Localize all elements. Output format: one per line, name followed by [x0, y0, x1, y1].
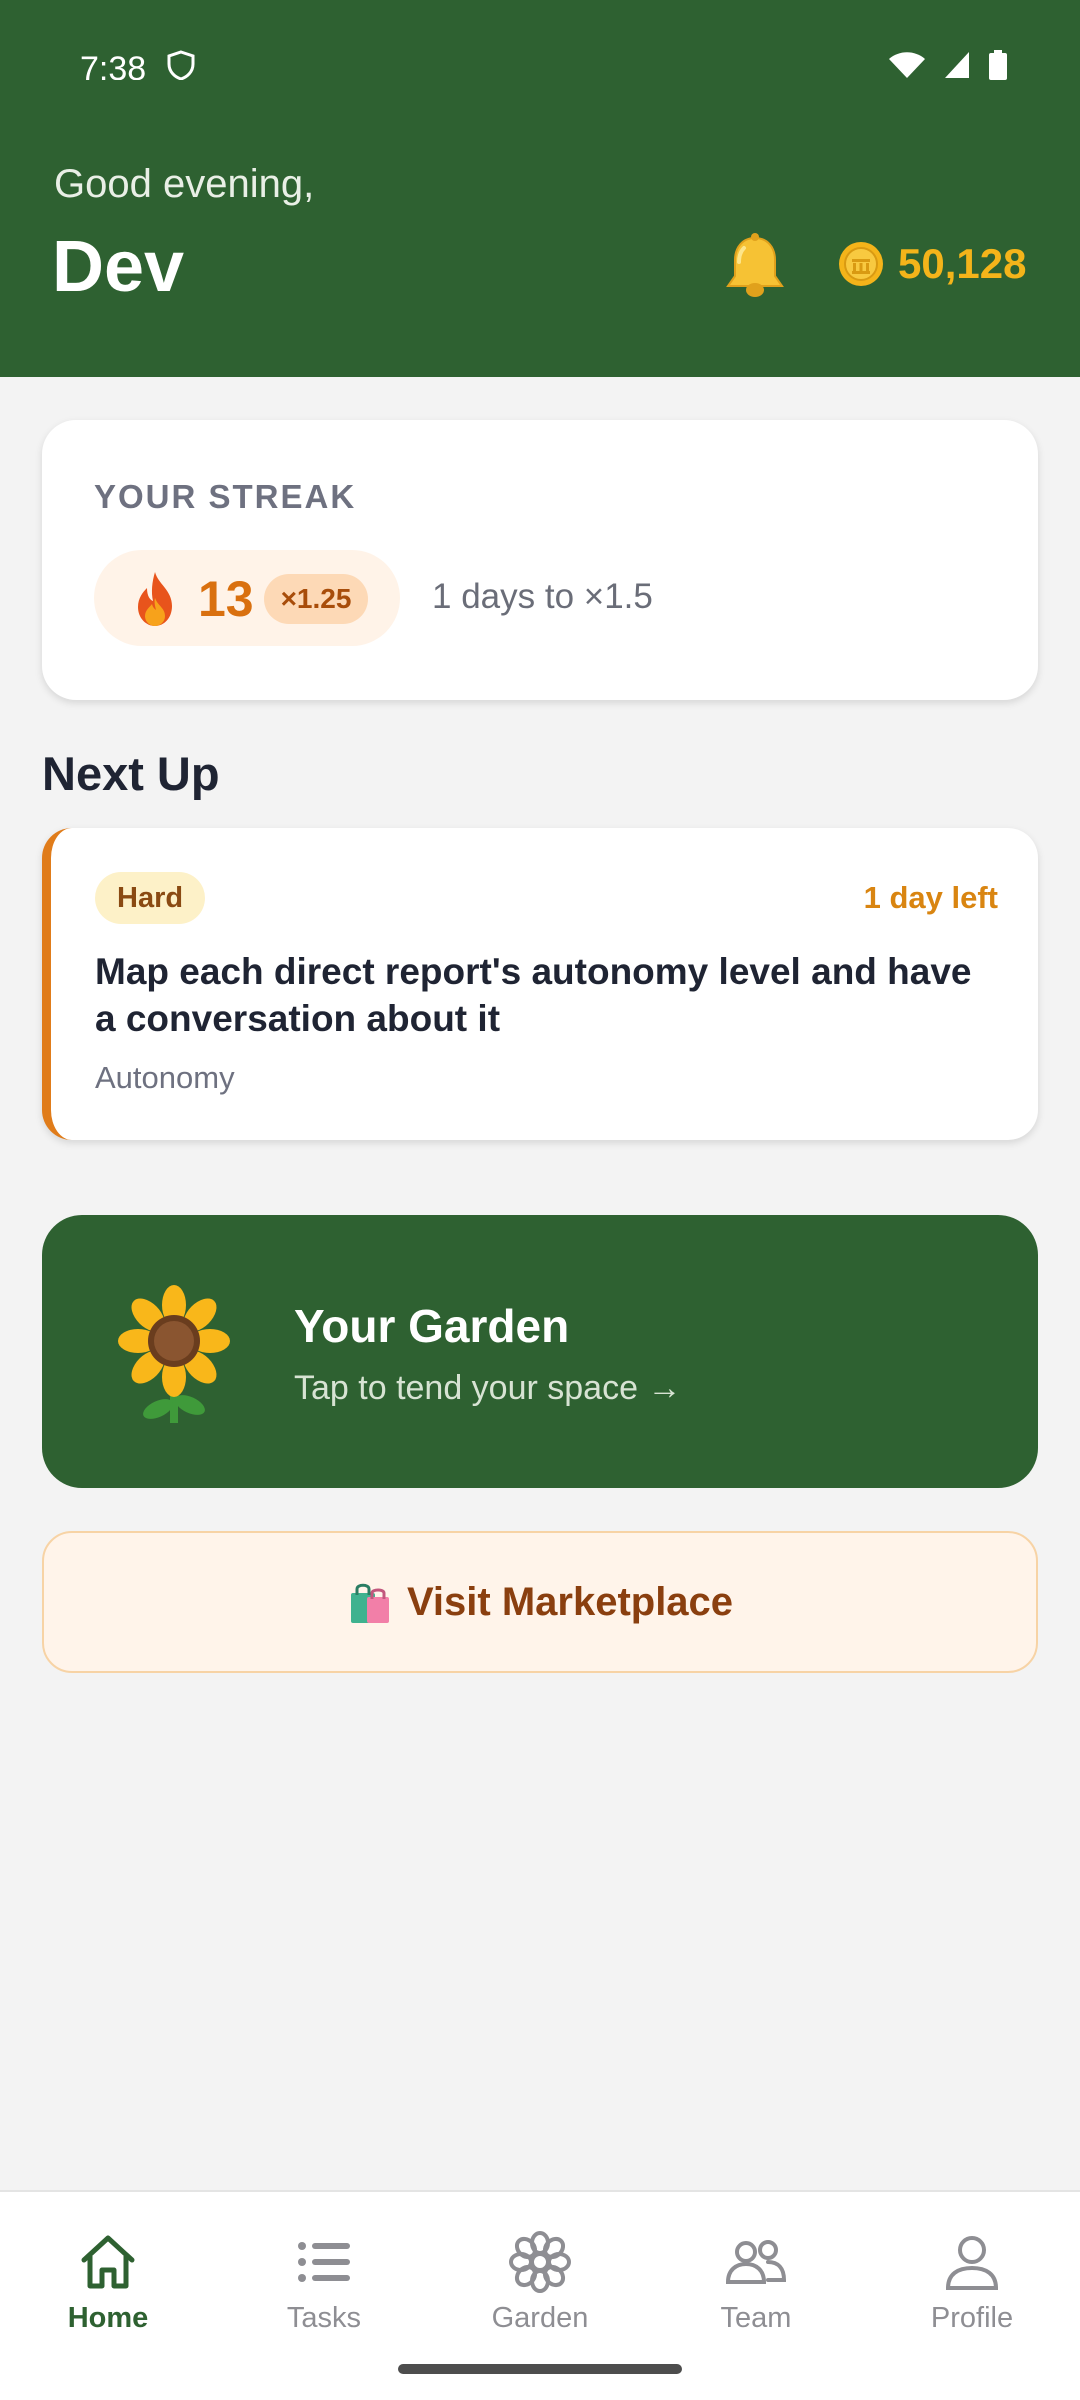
nav-label-tasks: Tasks [286, 2302, 362, 2334]
home-indicator[interactable] [398, 2364, 682, 2374]
bell-icon[interactable] [722, 232, 788, 302]
difficulty-badge: Hard [95, 872, 206, 924]
list-icon [298, 2242, 350, 2282]
streak-title: YOUR STREAK [94, 478, 357, 515]
nav-tasks[interactable]: Tasks [216, 2230, 432, 2350]
battery-icon [989, 50, 1007, 80]
greeting: Good evening, [54, 162, 315, 206]
status-bar: 7:38 [0, 0, 1080, 120]
fire-icon [138, 572, 172, 626]
status-time: 7:38 [80, 50, 147, 80]
visit-marketplace-button[interactable]: Visit Marketplace [42, 1531, 1038, 1673]
garden-card[interactable]: Your Garden Tap to tend your space → [42, 1215, 1038, 1488]
nav-label-team: Team [720, 2302, 792, 2334]
nav-garden[interactable]: Garden [432, 2230, 648, 2350]
nav-label-garden: Garden [491, 2302, 589, 2334]
profile-icon [945, 2236, 999, 2290]
streak-pill: 13 ×1.25 [94, 550, 400, 646]
garden-subtitle: Tap to tend your space → [294, 1369, 682, 1407]
next-up-heading: Next Up [42, 747, 220, 800]
streak-card[interactable]: YOUR STREAK 13 ×1.25 1 days to ×1.5 [42, 420, 1038, 700]
multiplier-badge: ×1.25 [264, 574, 368, 624]
deadline-text: 1 day left [863, 880, 998, 915]
user-name: Dev [52, 227, 185, 307]
nav-label-profile: Profile [930, 2302, 1014, 2334]
flower-icon [509, 2231, 571, 2293]
wifi-icon [889, 52, 925, 78]
sunflower-icon [118, 1285, 230, 1423]
nav-home[interactable]: Home [0, 2230, 216, 2350]
coin-icon [839, 242, 883, 286]
nav-team[interactable]: Team [648, 2230, 864, 2350]
task-title: Map each direct report's autonomy level … [95, 951, 972, 1039]
shield-icon [167, 50, 195, 80]
header: 7:38 Good evening, Dev 50,128 [0, 0, 1080, 377]
home-screen: 7:38 Good evening, Dev 50,128 YOUR STREA… [0, 0, 1080, 2400]
task-category: Autonomy [95, 1060, 235, 1095]
nav-label-home: Home [67, 2302, 149, 2334]
shopping-bag-icon [350, 1583, 389, 1623]
streak-count: 13 [198, 571, 254, 627]
streak-next-milestone: 1 days to ×1.5 [432, 577, 653, 616]
signal-icon [945, 52, 969, 78]
home-icon [81, 2235, 135, 2289]
marketplace-label: Visit Marketplace [406, 1579, 734, 1624]
status-icons [888, 50, 1008, 80]
coin-count: 50,128 [898, 240, 1027, 287]
garden-title: Your Garden [294, 1300, 570, 1352]
team-icon [725, 2240, 787, 2284]
nav-profile[interactable]: Profile [864, 2230, 1080, 2350]
coin-balance[interactable]: 50,128 [838, 240, 1026, 288]
task-card[interactable]: Hard 1 day left Map each direct report's… [42, 828, 1038, 1140]
